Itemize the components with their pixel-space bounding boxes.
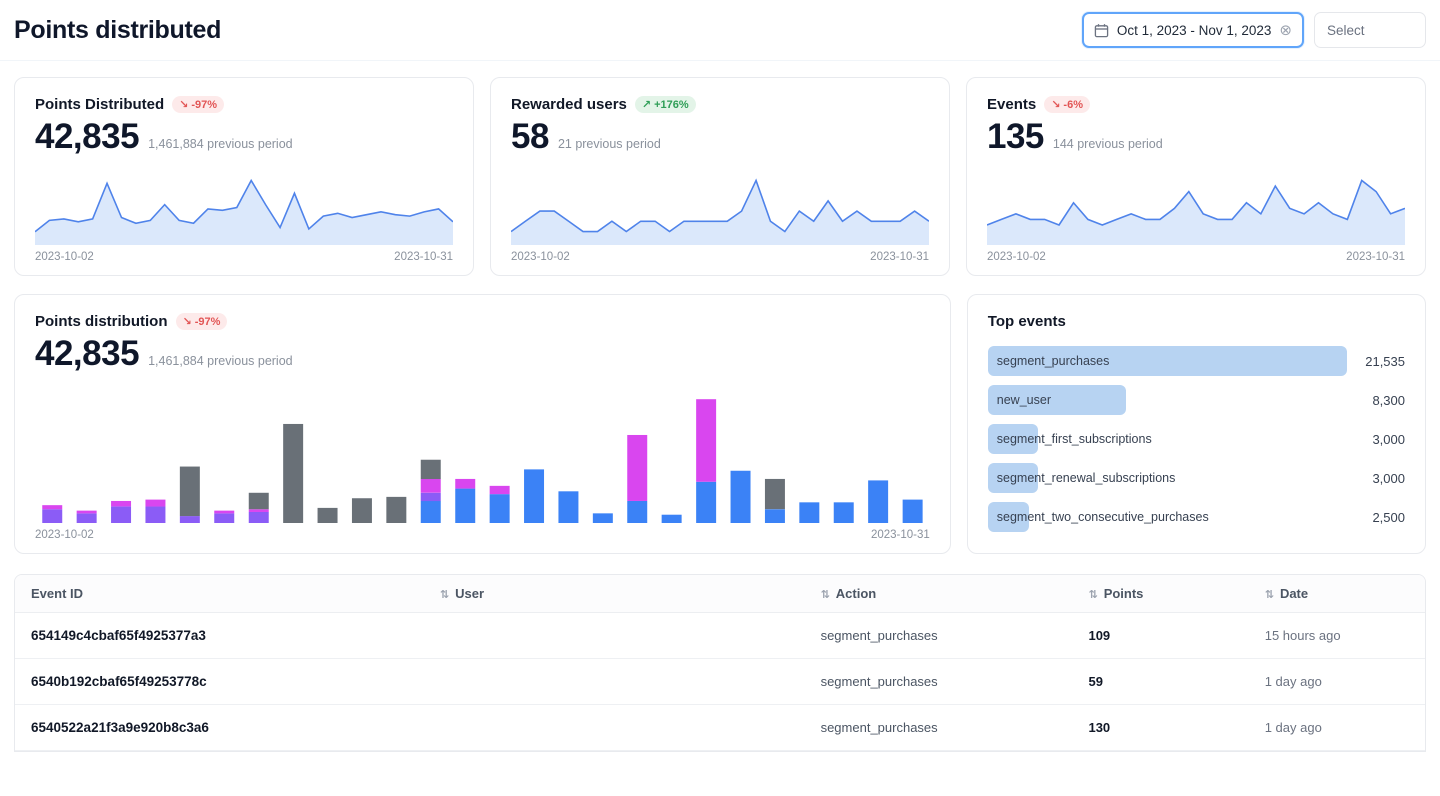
top-event-value: 2,500 [1372,509,1405,525]
top-event-label: new_user [996,393,1051,407]
date-range-value: Oct 1, 2023 - Nov 1, 2023 [1116,22,1272,38]
points-cell: 59 [1072,658,1249,705]
points-distribution-bar-chart [35,395,930,523]
top-event-row[interactable]: segment_two_consecutive_purchases 2,500 [987,502,1405,532]
date-range-picker[interactable]: Oct 1, 2023 - Nov 1, 2023 ⊗ [1081,12,1304,48]
table-row[interactable]: 6540522a21f3a9e920b8c3a6 segment_purchas… [15,704,1425,751]
stat-title: Events [987,96,1037,113]
sort-icon[interactable]: ⇅ [1088,589,1097,601]
stat-subtitle: 1,461,884 previous period [148,137,293,151]
stat-subtitle: 21 previous period [557,137,661,151]
top-event-value: 8,300 [1372,392,1405,408]
events-table: Event ID ⇅User ⇅Action ⇅Points ⇅Date [14,574,1426,752]
axis-date-start: 2023-10-02 [35,529,94,541]
sort-icon[interactable]: ⇅ [440,589,449,601]
stat-cards-row: Points Distributed ↘ -97% 42,835 1,461,8… [14,77,1426,276]
trend-arrow-icon: ↘ [1051,99,1061,111]
user-cell [423,658,805,705]
stat-value: 58 [511,117,549,156]
trend-value: -97% [191,98,218,111]
user-cell [423,704,805,751]
trend-badge: ↘ -6% [1044,96,1090,113]
sort-icon[interactable]: ⇅ [821,589,830,601]
trend-badge: ↗ +176% [634,96,696,113]
page-title: Points distributed [14,15,222,44]
stat-title: Points Distributed [35,96,165,113]
points-distribution-card: Points distribution ↘ -97% 42,835 1,461,… [14,294,951,554]
axis-date-end: 2023-10-31 [870,529,930,541]
stat-card-points-distributed: Points Distributed ↘ -97% 42,835 1,461,8… [14,77,474,276]
top-events-title: Top events [987,313,1066,330]
top-events-card: Top events segment_purchases 21,535 new_… [966,294,1426,554]
event-id-cell: 654149c4cbaf65f4925377a3 [15,612,424,659]
events-sparkline [987,175,1405,245]
user-cell [423,612,805,659]
stat-card-rewarded-users: Rewarded users ↗ +176% 58 21 previous pe… [490,77,950,276]
second-row: Points distribution ↘ -97% 42,835 1,461,… [14,294,1426,554]
points-cell: 130 [1072,704,1249,751]
event-id-cell: 6540522a21f3a9e920b8c3a6 [15,704,424,751]
header-controls: Oct 1, 2023 - Nov 1, 2023 ⊗ Select [1081,12,1426,48]
stat-subtitle: 144 previous period [1052,137,1163,151]
column-header-action[interactable]: ⇅ Action [804,575,1073,613]
trend-badge: ↘ -97% [175,313,228,330]
table-row[interactable]: 654149c4cbaf65f4925377a3 segment_purchas… [15,612,1425,659]
stat-value: 42,835 [35,117,140,156]
axis-date-start: 2023-10-02 [35,251,94,263]
date-cell: 15 hours ago [1248,612,1425,659]
points-cell: 109 [1072,612,1249,659]
column-header-date[interactable]: ⇅ Date [1248,575,1425,613]
top-event-value: 21,535 [1365,353,1405,369]
action-cell: segment_purchases [804,658,1073,705]
trend-value: -6% [1063,98,1083,111]
axis-date-end: 2023-10-31 [394,251,453,263]
trend-arrow-icon: ↘ [182,316,192,328]
top-event-row[interactable]: new_user 8,300 [987,385,1405,415]
trend-arrow-icon: ↗ [641,99,652,111]
stat-card-events: Events ↘ -6% 135 144 previous period 202… [966,77,1426,276]
top-event-label: segment_two_consecutive_purchases [996,510,1209,524]
date-cell: 1 day ago [1248,704,1425,751]
stat-value: 135 [987,117,1044,156]
table-row[interactable]: 6540b192cbaf65f49253778c segment_purchas… [15,658,1425,705]
stat-subtitle: 1,461,884 previous period [148,354,293,368]
column-header-points[interactable]: ⇅ Points [1072,575,1249,613]
axis-date-end: 2023-10-31 [1346,251,1405,263]
page-header: Points distributed Oct 1, 2023 - Nov 1, … [0,0,1440,61]
event-id-cell: 6540b192cbaf65f49253778c [15,658,424,705]
column-header-event-id: Event ID [15,575,424,613]
rewarded-users-sparkline [511,175,929,245]
top-event-row[interactable]: segment_purchases 21,535 [987,346,1405,376]
trend-value: -97% [194,315,221,328]
top-event-value: 3,000 [1372,470,1405,486]
stat-value: 42,835 [35,334,140,373]
sort-icon[interactable]: ⇅ [1265,589,1274,601]
points-distributed-sparkline [35,175,453,245]
top-event-row[interactable]: segment_first_subscriptions 3,000 [987,424,1405,454]
axis-date-end: 2023-10-31 [870,251,929,263]
stat-title: Points distribution [35,313,168,330]
trend-value: +176% [654,98,689,111]
axis-date-start: 2023-10-02 [511,251,570,263]
action-cell: segment_purchases [804,704,1073,751]
select-dropdown[interactable]: Select [1314,12,1426,48]
trend-badge: ↘ -97% [172,96,225,113]
top-event-value: 3,000 [1372,431,1405,447]
trend-arrow-icon: ↘ [179,99,189,111]
axis-date-start: 2023-10-02 [987,251,1046,263]
top-event-label: segment_purchases [996,354,1110,368]
top-event-label: segment_first_subscriptions [996,432,1152,446]
top-event-label: segment_renewal_subscriptions [996,471,1176,485]
column-header-user[interactable]: ⇅ User [423,575,805,613]
calendar-icon [1094,23,1109,38]
stat-title: Rewarded users [511,96,627,113]
top-event-row[interactable]: segment_renewal_subscriptions 3,000 [987,463,1405,493]
dashboard-main: Points Distributed ↘ -97% 42,835 1,461,8… [0,61,1440,752]
clear-date-icon[interactable]: ⊗ [1279,23,1292,38]
action-cell: segment_purchases [804,612,1073,659]
date-cell: 1 day ago [1248,658,1425,705]
select-placeholder: Select [1327,22,1365,38]
